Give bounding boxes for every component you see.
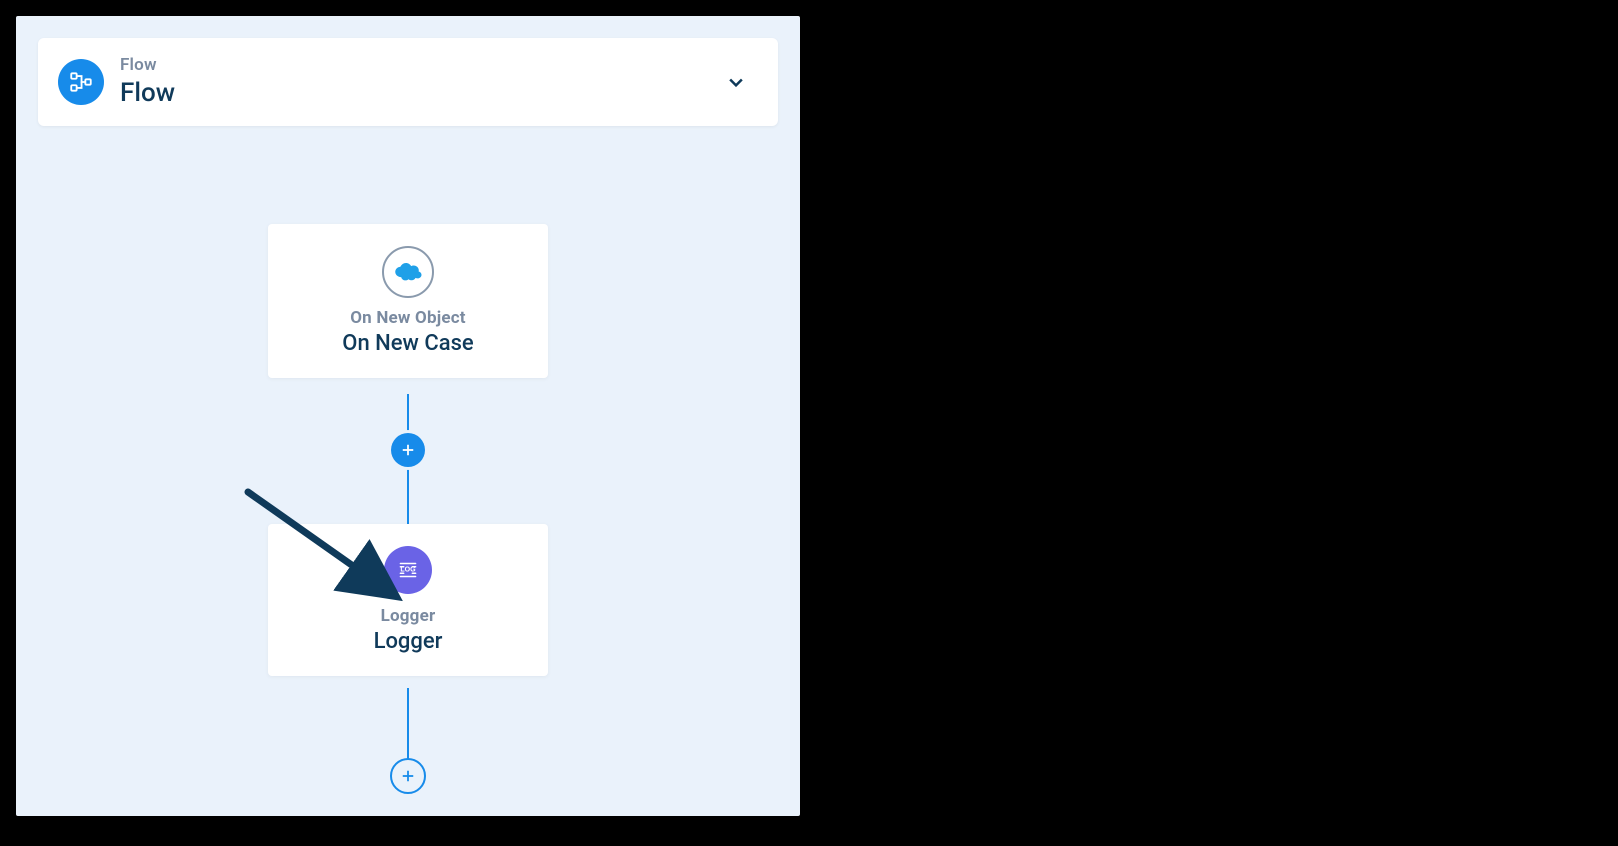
flow-icon bbox=[58, 59, 104, 105]
flow-node-logger[interactable]: LOG Logger Logger bbox=[268, 524, 548, 676]
add-step-end-button[interactable] bbox=[390, 758, 426, 794]
node-title: On New Case bbox=[278, 331, 538, 356]
node-title: Logger bbox=[278, 629, 538, 654]
flow-header-text: Flow Flow bbox=[120, 55, 722, 109]
node-kicker: Logger bbox=[278, 606, 538, 626]
flow-canvas[interactable]: On New Object On New Case LOG bbox=[16, 166, 800, 816]
flow-header-card[interactable]: Flow Flow bbox=[38, 38, 778, 126]
flow-node-on-new-case[interactable]: On New Object On New Case bbox=[268, 224, 548, 378]
node-kicker: On New Object bbox=[278, 308, 538, 328]
flow-header-kicker: Flow bbox=[120, 55, 722, 75]
salesforce-cloud-icon bbox=[382, 246, 434, 298]
add-step-button[interactable] bbox=[391, 433, 425, 467]
flow-header-title: Flow bbox=[120, 78, 722, 109]
flow-designer-panel: Flow Flow On New Object On New Case bbox=[16, 16, 800, 816]
chevron-down-icon[interactable] bbox=[722, 68, 750, 96]
logger-icon: LOG bbox=[384, 546, 432, 594]
connector-line bbox=[407, 688, 409, 766]
